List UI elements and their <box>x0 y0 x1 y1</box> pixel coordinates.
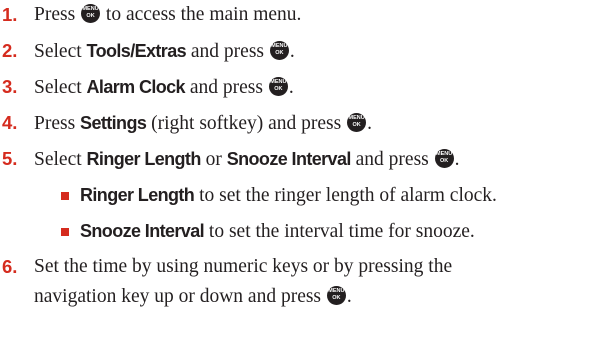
menu-key-label: MENU <box>271 43 288 49</box>
bullet-term: Snooze Interval <box>80 221 205 241</box>
instruction-steps: 1. Press MENU OK to access the main menu.… <box>0 0 591 352</box>
menu-option-label: Ringer Length <box>86 149 202 169</box>
menu-key-label: MENU <box>436 151 453 157</box>
menu-key-label: MENU <box>348 115 365 121</box>
ok-key-label: OK <box>275 50 284 56</box>
step-text-part: and press <box>186 41 269 62</box>
step-text-part: and press <box>350 149 434 170</box>
ok-key-label: OK <box>274 86 283 92</box>
step-text-part: . <box>289 41 295 62</box>
step-text-part: (right softkey) and press <box>146 113 347 134</box>
step-text-part: . <box>454 149 460 170</box>
menu-ok-key-icon: MENU OK <box>434 149 454 168</box>
menu-key-label: MENU <box>82 6 99 12</box>
step-text: navigation key up or down and press MENU… <box>34 282 352 312</box>
menu-key-label: MENU <box>328 288 345 294</box>
bullet-text: Ringer Length to set the ringer length o… <box>80 180 497 211</box>
step-text: Select Alarm Clock and press MENU OK. <box>34 72 294 103</box>
menu-option-label: Tools/Extras <box>86 41 187 61</box>
step-number: 3. <box>2 76 18 97</box>
step-text-part: Select <box>34 41 87 62</box>
step-number: 4. <box>2 112 18 133</box>
bullet-description: to set the ringer length of alarm clock. <box>194 185 497 206</box>
step-text-part: . <box>346 286 352 307</box>
menu-ok-key-icon: MENU OK <box>347 113 367 132</box>
step-text: Set the time by using numeric keys or by… <box>34 256 453 277</box>
bullet-square-icon <box>61 192 69 200</box>
menu-option-label: Alarm Clock <box>86 77 186 97</box>
ok-key-label: OK <box>86 13 95 19</box>
step-text-part: . <box>288 77 294 98</box>
step-text: Press Settings (right softkey) and press… <box>34 108 372 139</box>
menu-option-label: Snooze Interval <box>226 149 352 169</box>
softkey-label: Settings <box>80 113 147 133</box>
step-text-part: Select <box>34 149 87 170</box>
menu-ok-key-icon: MENU OK <box>81 4 101 23</box>
menu-ok-key-icon: MENU OK <box>268 77 288 96</box>
step-text-part: . <box>367 113 372 134</box>
menu-ok-key-icon: MENU OK <box>326 286 346 305</box>
step-text: Press MENU OK to access the main menu. <box>34 0 301 30</box>
step-text: Select Tools/Extras and press MENU OK. <box>34 36 295 67</box>
ok-key-label: OK <box>440 158 449 164</box>
step-text-part: Press <box>34 113 81 134</box>
step-text-part: to access the main menu. <box>101 4 302 25</box>
menu-key-label: MENU <box>270 79 287 85</box>
step-number: 5. <box>2 148 18 169</box>
menu-ok-key-icon: MENU OK <box>269 41 289 60</box>
step-number: 1. <box>2 4 18 25</box>
step-number: 2. <box>2 40 18 61</box>
ok-key-label: OK <box>332 295 341 301</box>
step-text: Select Ringer Length or Snooze Interval … <box>34 144 460 175</box>
step-text-part: and press <box>184 77 268 98</box>
step-text-part: Press <box>34 4 81 25</box>
bullet-term: Ringer Length <box>80 185 195 205</box>
step-number: 6. <box>2 256 18 277</box>
step-text-part: Select <box>34 77 87 98</box>
bullet-square-icon <box>61 228 69 236</box>
bullet-description: to set the interval time for snooze. <box>204 221 475 242</box>
bullet-text: Snooze Interval to set the interval time… <box>80 216 475 247</box>
step-text-part: or <box>200 149 227 170</box>
step-text-part: navigation key up or down and press <box>34 286 326 307</box>
ok-key-label: OK <box>352 122 361 128</box>
